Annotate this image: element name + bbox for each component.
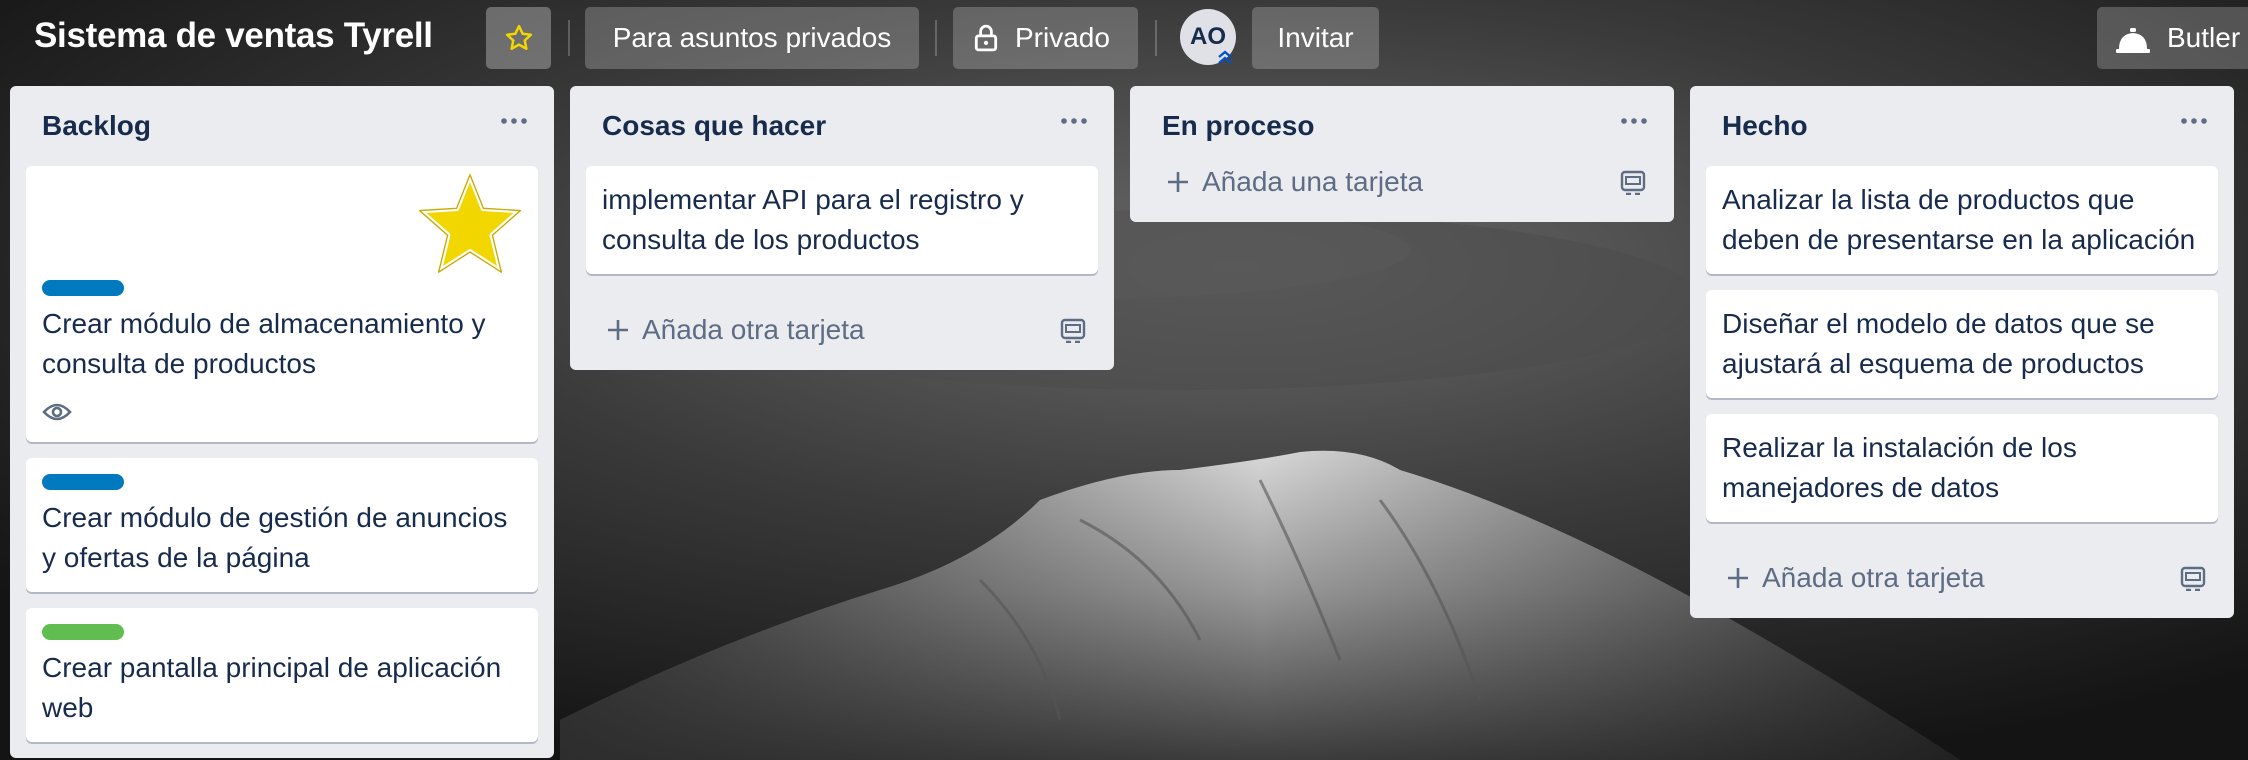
add-card-label: Añada otra tarjeta: [1762, 562, 1985, 593]
card-title: Crear módulo de gestión de anuncios y of…: [42, 502, 508, 573]
list-header: Backlog: [10, 86, 554, 166]
card-label-blue: [42, 280, 124, 296]
more-options-icon[interactable]: [1060, 116, 1088, 126]
header-divider: [935, 20, 937, 56]
card[interactable]: Crear pantalla principal de aplicación w…: [26, 608, 538, 742]
card-badges: [42, 392, 522, 428]
list-title[interactable]: En proceso: [1162, 110, 1314, 142]
card-template-icon[interactable]: [1060, 317, 1086, 343]
list-title[interactable]: Backlog: [42, 110, 151, 142]
add-card-label: Añada una tarjeta: [1202, 166, 1424, 197]
butler-bell-icon: [2116, 28, 2150, 53]
card-title: implementar API para el registro y consu…: [602, 184, 1024, 255]
list-en-proceso: En proceso Añada una tarjeta: [1130, 86, 1674, 222]
list-hecho: Hecho Analizar la lista de productos que…: [1690, 86, 2234, 618]
list-backlog: Backlog Crear módulo de almacenamiento y…: [10, 86, 554, 758]
butler-label: Butler: [2167, 22, 2241, 53]
list-title[interactable]: Hecho: [1722, 110, 1808, 142]
plus-icon: [1168, 172, 1188, 192]
add-card-button[interactable]: Añada otra tarjeta: [570, 290, 1114, 370]
card[interactable]: Realizar la instalación de los manejador…: [1706, 414, 2218, 522]
add-card-button[interactable]: Añada una tarjeta: [1130, 142, 1674, 222]
card[interactable]: Crear módulo de gestión de anuncios y of…: [26, 458, 538, 592]
card[interactable]: implementar API para el registro y consu…: [586, 166, 1098, 274]
star-icon: [505, 24, 532, 50]
avatar-initials: AO: [1190, 23, 1226, 50]
card[interactable]: Analizar la lista de productos que deben…: [1706, 166, 2218, 274]
board-title[interactable]: Sistema de ventas Tyrell: [34, 16, 433, 56]
card-template-icon[interactable]: [2180, 565, 2206, 591]
header-divider: [1155, 20, 1157, 56]
card-template-icon[interactable]: [1620, 169, 1646, 195]
list-title[interactable]: Cosas que hacer: [602, 110, 826, 142]
admin-chevron-icon: [1218, 50, 1232, 64]
card-sticker-area: [42, 166, 524, 278]
team-visibility-button[interactable]: Para asuntos privados: [585, 7, 919, 69]
star-board-button[interactable]: [486, 7, 551, 69]
lock-icon: [974, 24, 998, 52]
add-card-label: Añada otra tarjeta: [642, 314, 865, 345]
card[interactable]: Crear módulo de almacenamiento y consult…: [26, 166, 538, 442]
card-label-green: [42, 624, 124, 640]
more-options-icon[interactable]: [1620, 116, 1648, 126]
invite-button[interactable]: Invitar: [1252, 7, 1379, 69]
plus-icon: [1728, 568, 1748, 588]
eye-icon: [42, 403, 72, 421]
list-cosas-que-hacer: Cosas que hacer implementar API para el …: [570, 86, 1114, 370]
card-title: Analizar la lista de productos que deben…: [1722, 184, 2196, 255]
card-label-blue: [42, 474, 124, 490]
more-options-icon[interactable]: [500, 116, 528, 126]
card-title: Crear pantalla principal de aplicación w…: [42, 652, 502, 723]
privacy-label: Privado: [1015, 22, 1110, 53]
star-sticker-icon: [416, 171, 524, 275]
card-title: Crear módulo de almacenamiento y consult…: [42, 308, 486, 379]
more-options-icon[interactable]: [2180, 116, 2208, 126]
add-card-button[interactable]: Añada otra tarjeta: [1690, 538, 2234, 618]
card-title: Diseñar el modelo de datos que se ajusta…: [1722, 308, 2155, 379]
plus-icon: [608, 320, 628, 340]
privacy-button[interactable]: Privado: [953, 7, 1138, 69]
list-header: Cosas que hacer: [570, 86, 1114, 166]
card[interactable]: Diseñar el modelo de datos que se ajusta…: [1706, 290, 2218, 398]
board-header: Sistema de ventas Tyrell Para asuntos pr…: [0, 0, 2248, 76]
member-avatar[interactable]: AO: [1180, 9, 1236, 65]
butler-button[interactable]: Butler: [2097, 7, 2248, 69]
header-divider: [568, 20, 570, 56]
card-title: Realizar la instalación de los manejador…: [1722, 432, 2077, 503]
list-header: Hecho: [1690, 86, 2234, 166]
